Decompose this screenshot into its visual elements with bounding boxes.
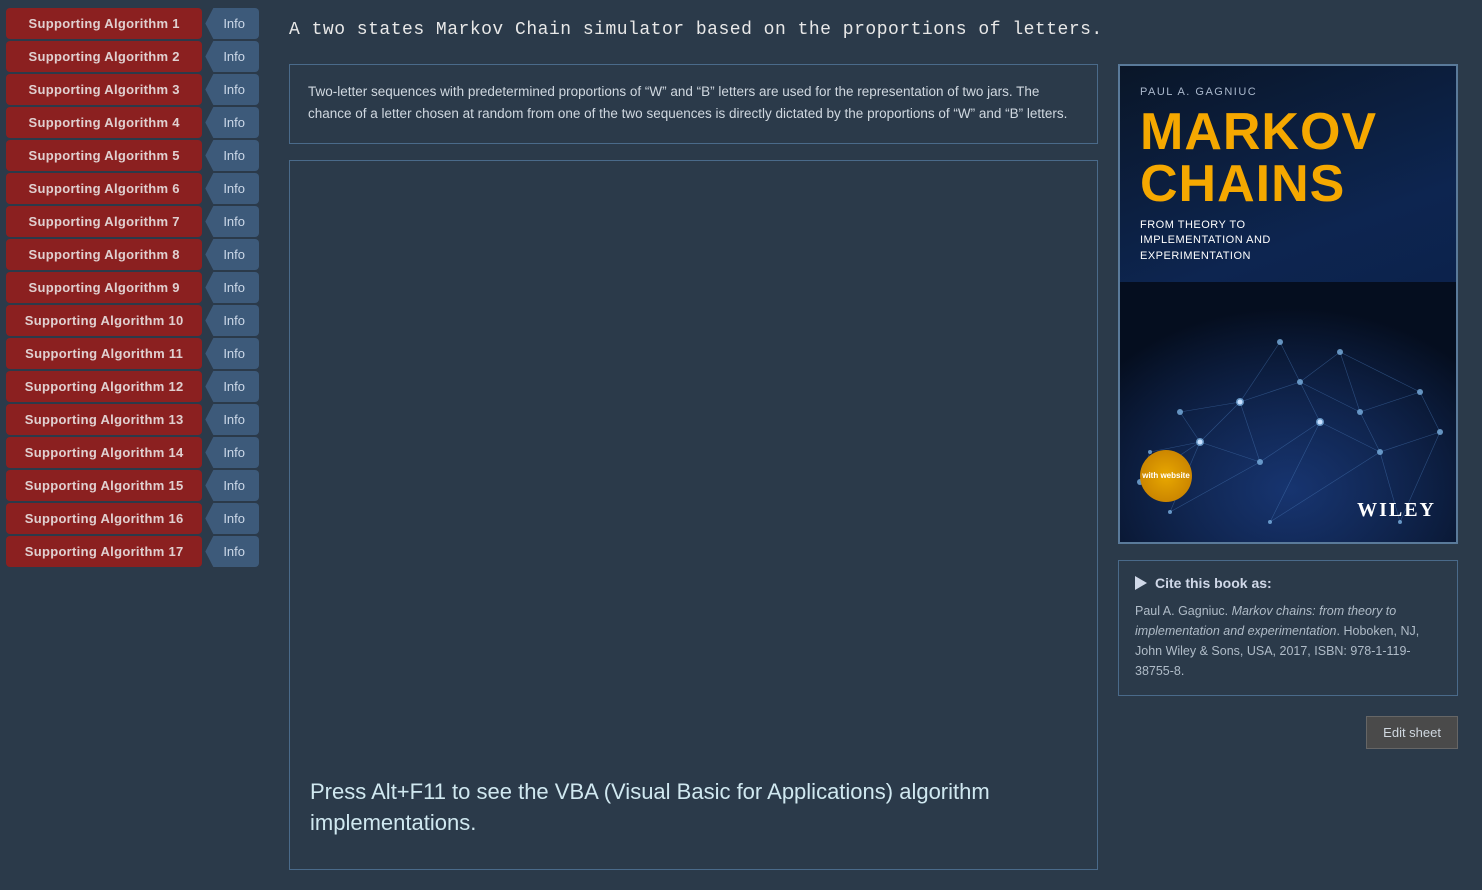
algo-button-3[interactable]: Supporting Algorithm 3: [6, 74, 202, 105]
info-button-17[interactable]: Info: [205, 536, 259, 567]
info-button-9[interactable]: Info: [205, 272, 259, 303]
sidebar-row-3: Supporting Algorithm 3Info: [6, 74, 259, 105]
sidebar-row-14: Supporting Algorithm 14Info: [6, 437, 259, 468]
sidebar-row-4: Supporting Algorithm 4Info: [6, 107, 259, 138]
info-button-1[interactable]: Info: [205, 8, 259, 39]
sidebar-row-11: Supporting Algorithm 11Info: [6, 338, 259, 369]
info-button-2[interactable]: Info: [205, 41, 259, 72]
sidebar-row-12: Supporting Algorithm 12Info: [6, 371, 259, 402]
info-button-3[interactable]: Info: [205, 74, 259, 105]
vba-prompt-box: Press Alt+F11 to see the VBA (Visual Bas…: [289, 160, 1098, 870]
algo-button-9[interactable]: Supporting Algorithm 9: [6, 272, 202, 303]
sidebar-row-6: Supporting Algorithm 6Info: [6, 173, 259, 204]
book-cover: PAUL A. GAGNIUC MARKOV CHAINS FROM THEOR…: [1118, 64, 1458, 544]
book-author: PAUL A. GAGNIUC: [1140, 86, 1436, 98]
info-button-8[interactable]: Info: [205, 239, 259, 270]
algo-button-13[interactable]: Supporting Algorithm 13: [6, 404, 202, 435]
cite-text: Paul A. Gagniuc. Markov chains: from the…: [1135, 601, 1441, 681]
algo-button-14[interactable]: Supporting Algorithm 14: [6, 437, 202, 468]
sidebar: Supporting Algorithm 1InfoSupporting Alg…: [0, 0, 265, 890]
edit-sheet-button[interactable]: Edit sheet: [1366, 716, 1458, 749]
info-button-11[interactable]: Info: [205, 338, 259, 369]
cite-header: Cite this book as:: [1135, 575, 1441, 591]
algo-button-17[interactable]: Supporting Algorithm 17: [6, 536, 202, 567]
book-title-markov: MARKOV: [1140, 106, 1436, 158]
wiley-logo: WILEY: [1357, 499, 1436, 522]
algo-button-5[interactable]: Supporting Algorithm 5: [6, 140, 202, 171]
content-area: Two-letter sequences with predetermined …: [289, 64, 1458, 870]
info-button-10[interactable]: Info: [205, 305, 259, 336]
cite-content: Paul A. Gagniuc. Markov chains: from the…: [1135, 604, 1419, 678]
algo-button-4[interactable]: Supporting Algorithm 4: [6, 107, 202, 138]
book-subtitle: FROM THEORY TO IMPLEMENTATION AND EXPERI…: [1140, 218, 1340, 264]
algo-button-1[interactable]: Supporting Algorithm 1: [6, 8, 202, 39]
page-title: A two states Markov Chain simulator base…: [289, 20, 1458, 48]
vba-prompt-text: Press Alt+F11 to see the VBA (Visual Bas…: [310, 777, 1077, 839]
sidebar-row-2: Supporting Algorithm 2Info: [6, 41, 259, 72]
info-button-15[interactable]: Info: [205, 470, 259, 501]
sidebar-row-15: Supporting Algorithm 15Info: [6, 470, 259, 501]
algo-button-15[interactable]: Supporting Algorithm 15: [6, 470, 202, 501]
info-button-12[interactable]: Info: [205, 371, 259, 402]
info-button-16[interactable]: Info: [205, 503, 259, 534]
cite-box: Cite this book as: Paul A. Gagniuc. Mark…: [1118, 560, 1458, 696]
info-button-7[interactable]: Info: [205, 206, 259, 237]
sidebar-row-8: Supporting Algorithm 8Info: [6, 239, 259, 270]
sidebar-row-5: Supporting Algorithm 5Info: [6, 140, 259, 171]
sidebar-row-7: Supporting Algorithm 7Info: [6, 206, 259, 237]
book-title-chains: CHAINS: [1140, 158, 1436, 210]
sidebar-row-17: Supporting Algorithm 17Info: [6, 536, 259, 567]
algo-button-8[interactable]: Supporting Algorithm 8: [6, 239, 202, 270]
play-icon: [1135, 576, 1147, 590]
info-button-6[interactable]: Info: [205, 173, 259, 204]
web-badge: with website: [1140, 450, 1192, 502]
sidebar-row-13: Supporting Algorithm 13Info: [6, 404, 259, 435]
info-button-5[interactable]: Info: [205, 140, 259, 171]
left-panel: Two-letter sequences with predetermined …: [289, 64, 1098, 870]
algo-button-2[interactable]: Supporting Algorithm 2: [6, 41, 202, 72]
algo-button-12[interactable]: Supporting Algorithm 12: [6, 371, 202, 402]
description-box: Two-letter sequences with predetermined …: [289, 64, 1098, 144]
bottom-bar: Edit sheet: [1118, 712, 1458, 749]
sidebar-row-9: Supporting Algorithm 9Info: [6, 272, 259, 303]
sidebar-row-1: Supporting Algorithm 1Info: [6, 8, 259, 39]
algo-button-16[interactable]: Supporting Algorithm 16: [6, 503, 202, 534]
info-button-13[interactable]: Info: [205, 404, 259, 435]
algo-button-6[interactable]: Supporting Algorithm 6: [6, 173, 202, 204]
web-badge-text: with website: [1142, 471, 1190, 481]
right-panel: PAUL A. GAGNIUC MARKOV CHAINS FROM THEOR…: [1118, 64, 1458, 870]
sidebar-row-16: Supporting Algorithm 16Info: [6, 503, 259, 534]
cite-header-text: Cite this book as:: [1155, 575, 1272, 591]
algo-button-7[interactable]: Supporting Algorithm 7: [6, 206, 202, 237]
info-button-4[interactable]: Info: [205, 107, 259, 138]
info-button-14[interactable]: Info: [205, 437, 259, 468]
sidebar-row-10: Supporting Algorithm 10Info: [6, 305, 259, 336]
algo-button-11[interactable]: Supporting Algorithm 11: [6, 338, 202, 369]
description-text: Two-letter sequences with predetermined …: [308, 84, 1067, 121]
main-content: A two states Markov Chain simulator base…: [265, 0, 1482, 890]
algo-button-10[interactable]: Supporting Algorithm 10: [6, 305, 202, 336]
